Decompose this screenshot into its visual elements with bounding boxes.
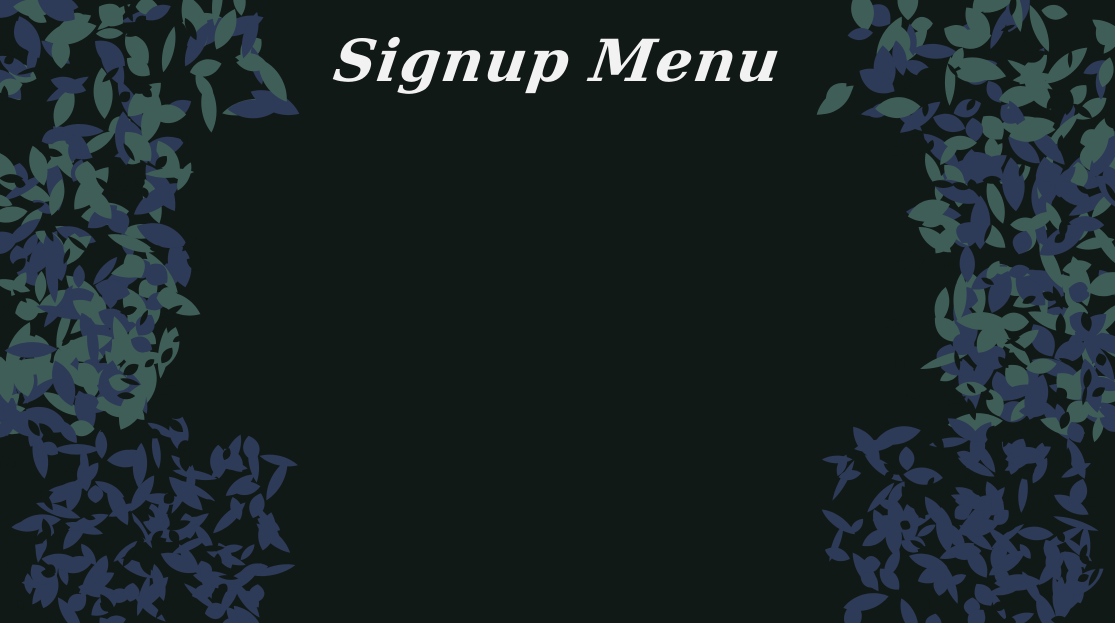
leaf-gap-shape <box>129 479 136 491</box>
leaf-gap-shape <box>1017 421 1027 433</box>
leaf-gap-shape <box>65 467 77 473</box>
leaf-shape <box>954 504 970 520</box>
leaf-gap-shape <box>941 393 950 413</box>
leaf-gap-shape <box>895 353 905 376</box>
leaf-shape <box>903 467 943 485</box>
leaf-shape <box>917 524 936 537</box>
leaf-shape <box>0 153 17 191</box>
leaf-gap-shape <box>886 146 909 156</box>
leaf-gap-shape <box>0 304 10 318</box>
leaf-shape <box>95 429 108 459</box>
leaf-gap-shape <box>0 561 9 578</box>
leaf-shape <box>925 613 942 623</box>
leaf-gap-shape <box>100 426 111 432</box>
leaf-gap-shape <box>34 529 50 545</box>
leaf-gap-shape <box>163 493 175 504</box>
leaf-shape <box>53 443 100 455</box>
leaf-shape <box>1017 526 1054 541</box>
leaf-shape <box>900 598 919 623</box>
leaf-gap-shape <box>964 474 972 485</box>
leaf-gap-shape <box>941 462 951 479</box>
leaf-gap-shape <box>1020 469 1032 480</box>
leaf-gap-shape <box>17 599 25 610</box>
leaf-gap-shape <box>1082 496 1099 507</box>
leaf-gap-shape <box>46 611 56 623</box>
leaf-shape <box>259 454 298 467</box>
leaf-shape <box>145 263 168 286</box>
leaf-shape <box>824 547 850 562</box>
leaf-shape <box>266 459 288 501</box>
leaf-gap-shape <box>172 409 186 420</box>
leaf-shape <box>898 446 915 471</box>
leaf-shape <box>1030 324 1055 357</box>
leaf-shape <box>32 432 49 479</box>
leaf-shape <box>0 206 28 223</box>
leaf-gap-shape <box>0 455 10 468</box>
leaf-gap-shape <box>881 319 902 328</box>
leaf-gap-shape <box>109 185 132 191</box>
leaf-shape <box>981 115 1004 140</box>
leaf-gap-shape <box>949 396 966 404</box>
leaf-gap-shape <box>8 130 27 135</box>
leaf-shape <box>172 469 218 481</box>
leaf-shape <box>934 287 950 324</box>
leaf-shape <box>864 455 903 482</box>
leaf-gap-shape <box>158 385 177 395</box>
leaf-gap-shape <box>906 390 922 399</box>
leaf-shape <box>822 455 853 464</box>
leaf-shape <box>1067 422 1085 443</box>
leaf-gap-shape <box>209 507 219 520</box>
leaf-gap-shape <box>944 264 957 284</box>
leaf-gap-shape <box>890 260 913 270</box>
menu-title: Signup Menu <box>329 27 786 95</box>
leaf-gap-shape <box>930 429 944 451</box>
leaf-shape <box>860 572 879 588</box>
leaf-shape <box>1086 272 1115 297</box>
leaf-shape <box>1062 260 1092 275</box>
leaf-shape <box>862 528 890 547</box>
leaf-gap-shape <box>896 241 915 253</box>
leaf-gap-shape <box>914 254 925 273</box>
leaf-shape <box>1041 4 1068 20</box>
leaf-shape <box>936 507 954 553</box>
signup-menu-screen: Signup Menu <box>0 0 1115 623</box>
leaf-gap-shape <box>218 583 228 594</box>
leaf-gap-shape <box>8 458 16 468</box>
leaf-shape <box>15 298 41 321</box>
